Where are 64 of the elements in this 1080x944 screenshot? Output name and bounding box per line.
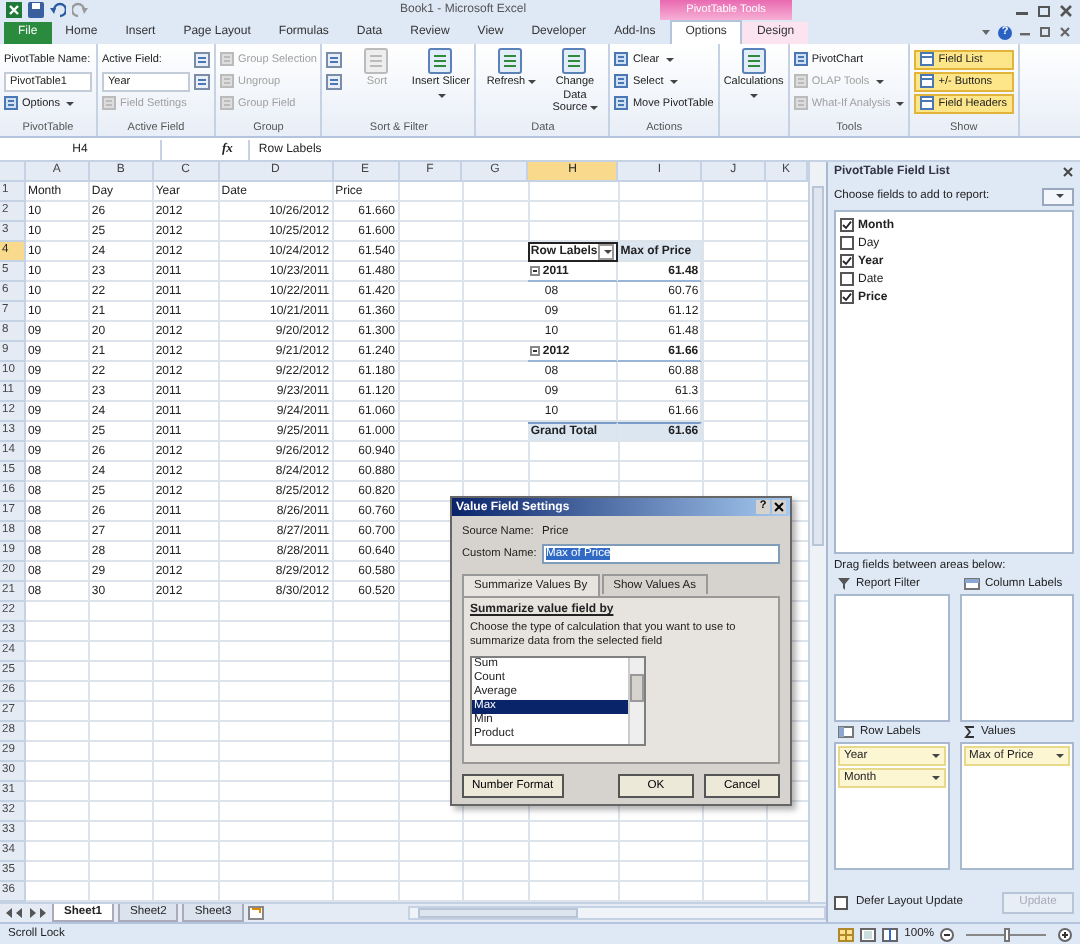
checkbox[interactable] [840, 218, 854, 232]
list-scrollbar[interactable] [628, 658, 644, 744]
document-icon [220, 74, 234, 88]
caret-icon [527, 80, 536, 84]
insert-sheet-icon[interactable] [247, 906, 264, 920]
checkbox[interactable] [840, 254, 854, 268]
horizontal-scrollbar[interactable] [407, 906, 826, 920]
collapse-icon[interactable] [530, 346, 541, 356]
checkbox[interactable] [834, 895, 848, 909]
document-icon [220, 96, 234, 110]
save-icon[interactable] [28, 2, 44, 18]
zoom-in-icon[interactable] [1058, 927, 1072, 941]
vertical-scrollbar[interactable] [808, 162, 826, 902]
zoom-out-icon[interactable] [940, 927, 954, 941]
document-icon [793, 74, 808, 88]
document-icon [4, 96, 18, 110]
spreadsheet-icon [6, 2, 22, 18]
sheet-navigation-icon[interactable] [4, 906, 48, 920]
caret-icon [750, 93, 759, 97]
panel-icon [920, 96, 935, 110]
caret-icon [589, 106, 598, 110]
collapse-icon[interactable] [530, 266, 541, 276]
list-icon[interactable] [326, 73, 343, 89]
document-icon [741, 48, 766, 74]
document-icon [102, 96, 116, 110]
document-icon [793, 52, 808, 66]
slider-thumb[interactable] [1003, 927, 1009, 941]
filter-dropdown[interactable] [598, 243, 615, 259]
columns-icon [963, 578, 979, 590]
document-icon [793, 96, 808, 110]
list-icon[interactable] [194, 51, 210, 67]
close-icon[interactable] [772, 500, 786, 514]
document-icon [614, 74, 629, 88]
panel-icon [920, 74, 935, 88]
caret-icon [65, 101, 74, 105]
list-icon[interactable] [326, 51, 343, 67]
rows-icon [838, 726, 854, 738]
document-icon [428, 48, 453, 74]
close-icon[interactable] [1058, 3, 1074, 17]
document-icon [614, 52, 629, 66]
funnel-icon [838, 578, 850, 590]
sigma-icon [963, 726, 975, 738]
document-icon [614, 96, 629, 110]
list-icon[interactable] [194, 73, 210, 89]
page-layout-icon[interactable] [860, 927, 877, 941]
document-icon [220, 52, 234, 66]
caret-icon[interactable] [980, 26, 992, 38]
panel-icon [920, 52, 935, 66]
document-icon [498, 48, 523, 74]
checkbox[interactable] [840, 272, 854, 286]
layout-button[interactable] [1042, 187, 1074, 205]
caret-icon [437, 93, 446, 97]
document-icon [562, 48, 587, 74]
document-icon [364, 48, 389, 74]
checkbox[interactable] [840, 236, 854, 250]
normal-view-icon[interactable] [838, 927, 855, 941]
caret-icon [669, 79, 678, 83]
close-icon[interactable] [1062, 166, 1074, 178]
caret-icon [896, 101, 905, 105]
page-break-icon[interactable] [882, 927, 899, 941]
checkbox[interactable] [840, 290, 854, 304]
undo-icon[interactable] [50, 2, 66, 18]
caret-icon [665, 57, 674, 61]
caret-icon [875, 79, 884, 83]
